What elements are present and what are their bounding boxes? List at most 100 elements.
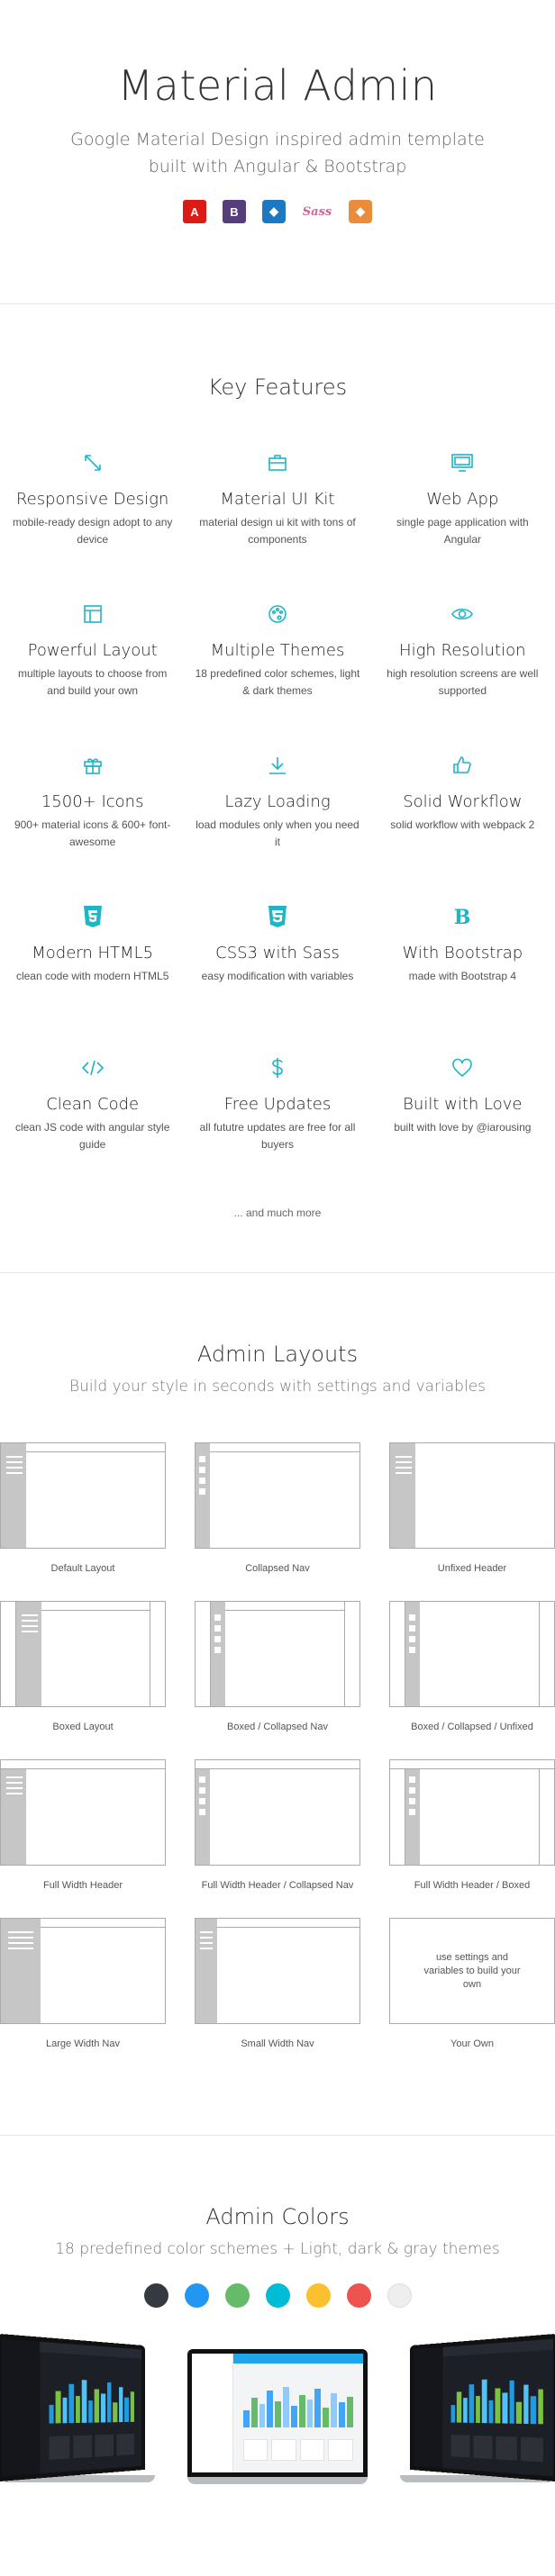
preview-bar: [290, 2406, 297, 2427]
feature-title: Lazy Loading: [224, 792, 331, 811]
preview-bar: [55, 2391, 61, 2424]
feature-card: Clean Code clean JS code with angular sty…: [0, 1057, 185, 1208]
layout-thumbnail: [195, 1442, 360, 1549]
bootstrap-logo: B: [223, 200, 246, 223]
layout-option: Full Width Header / Boxed: [389, 1759, 555, 1891]
preview-bar: [259, 2403, 266, 2427]
laptop-previews: [0, 2331, 555, 2520]
preview-bar: [62, 2397, 68, 2424]
layout-label: Boxed / Collapsed / Unfixed: [411, 1722, 533, 1732]
preview-bar: [283, 2386, 289, 2427]
feature-title: With Bootstrap: [402, 944, 523, 963]
layout-thumbnail: [0, 1601, 166, 1707]
preview-bar: [502, 2392, 508, 2424]
layout-label: Full Width Header: [42, 1880, 123, 1891]
feature-title: CSS3 with Sass: [215, 944, 340, 963]
preview-bar: [346, 2396, 353, 2427]
feature-description: made with Bootstrap 4: [408, 970, 517, 982]
bootstrap-icon: B: [379, 906, 546, 929]
feature-description: clean code with modern HTML5: [15, 970, 169, 982]
layout-thumbnail: [0, 1759, 166, 1866]
resize-icon: [9, 452, 176, 475]
layout-label: Collapsed Nav: [245, 1563, 310, 1574]
colors-section: Admin Colors 18 predefined color schemes…: [0, 2136, 555, 2520]
preview-bar: [275, 2401, 282, 2427]
layouts-grid: Default Layout Collapsed Nav Unfixed Heade…: [0, 1442, 555, 2049]
more-features-text: ... and much more: [233, 1207, 322, 1219]
html5-icon: [9, 906, 176, 929]
thumbs-up-icon: [379, 755, 546, 778]
layouts-title: Admin Layouts: [196, 1342, 359, 1367]
gift-icon: [9, 755, 176, 778]
preview-bar: [509, 2381, 514, 2424]
preview-bar: [462, 2398, 468, 2423]
layout-option: use settings and variables to build your…: [389, 1918, 555, 2049]
layout-thumbnail: [0, 1918, 166, 2024]
dollar-icon: [194, 1057, 360, 1080]
laptop-preview-light-center: [187, 2349, 368, 2484]
features-section: Key Features Responsive Design mobile-rea…: [0, 304, 555, 1273]
feature-title: 1500+ Icons: [41, 792, 144, 811]
layout-label: Boxed Layout: [52, 1722, 114, 1732]
feature-card: Responsive Design mobile-ready design ado…: [0, 452, 185, 603]
feature-card: B With Bootstrap made with Bootstrap 4: [370, 906, 555, 1057]
feature-description: solid workflow with webpack 2: [390, 818, 535, 831]
feature-card: Web App single page application with Angu…: [370, 452, 555, 603]
preview-bar: [338, 2402, 345, 2427]
webpack-logo: ◆: [262, 200, 286, 223]
tech-logos: A B ◆ Sass ◆: [0, 200, 555, 223]
preview-bar: [95, 2389, 100, 2423]
feature-title: Free Updates: [223, 1095, 332, 1114]
download-icon: [194, 755, 360, 778]
color-swatch[interactable]: [184, 2283, 209, 2308]
layouts-section: Admin Layouts Build your style in second…: [0, 1273, 555, 2136]
color-swatch[interactable]: [265, 2283, 290, 2308]
preview-bar: [130, 2391, 135, 2422]
feature-description: clean JS code with angular style guide: [14, 1121, 170, 1151]
feature-title: Built with Love: [403, 1095, 523, 1114]
layout-option: Full Width Header: [0, 1759, 166, 1891]
laptop-preview-dark-left: [0, 2333, 155, 2482]
layout-thumbnail: [389, 1759, 555, 1866]
css3-icon: [194, 906, 360, 929]
color-swatch[interactable]: [143, 2283, 168, 2308]
hero-subtitle-line2: built with Angular & Bootstrap: [148, 157, 407, 176]
layout-thumbnail: [195, 1601, 360, 1707]
preview-bar: [323, 2408, 330, 2427]
hero-subtitle: Google Material Design inspired admin te…: [0, 126, 555, 180]
feature-title: Responsive Design: [15, 490, 169, 509]
preview-bar: [243, 2409, 250, 2427]
page-title: Material Admin: [117, 61, 438, 110]
color-swatch[interactable]: [346, 2283, 371, 2308]
preview-bar: [456, 2391, 461, 2423]
your-own-text: use settings and variables to build your…: [423, 1951, 521, 1990]
feature-title: High Resolution: [399, 641, 526, 660]
color-swatch[interactable]: [387, 2283, 412, 2308]
colors-title: Admin Colors: [205, 2204, 350, 2229]
feature-card: Free Updates all fututre updates are free…: [185, 1057, 369, 1208]
layout-option: Small Width Nav: [195, 1918, 360, 2049]
color-swatch[interactable]: [305, 2283, 331, 2308]
preview-bar: [124, 2397, 129, 2422]
layout-label: Boxed / Collapsed Nav: [227, 1722, 328, 1732]
eye-icon: [379, 603, 546, 627]
layout-option: Boxed Layout: [0, 1601, 166, 1732]
preview-bar: [298, 2395, 305, 2427]
layout-thumbnail: [195, 1918, 360, 2024]
layout-thumbnail: [389, 1601, 555, 1707]
sass-logo: Sass: [302, 204, 332, 219]
feature-description: single page application with Angular: [396, 516, 529, 546]
color-swatch[interactable]: [224, 2283, 250, 2308]
heart-icon: [379, 1057, 546, 1080]
layout-label: Your Own: [450, 2038, 494, 2049]
feature-card: High Resolution high resolution screens a…: [370, 603, 555, 755]
angular-logo: A: [183, 200, 206, 223]
preview-bar: [515, 2401, 522, 2424]
preview-bar: [118, 2387, 123, 2422]
preview-bar: [68, 2383, 74, 2423]
laptop-preview-dark-right: [400, 2333, 555, 2482]
feature-title: Modern HTML5: [32, 944, 154, 963]
layout-icon: [9, 603, 176, 627]
feature-title: Powerful Layout: [27, 641, 158, 660]
layout-label: Full Width Header / Boxed: [414, 1880, 531, 1891]
